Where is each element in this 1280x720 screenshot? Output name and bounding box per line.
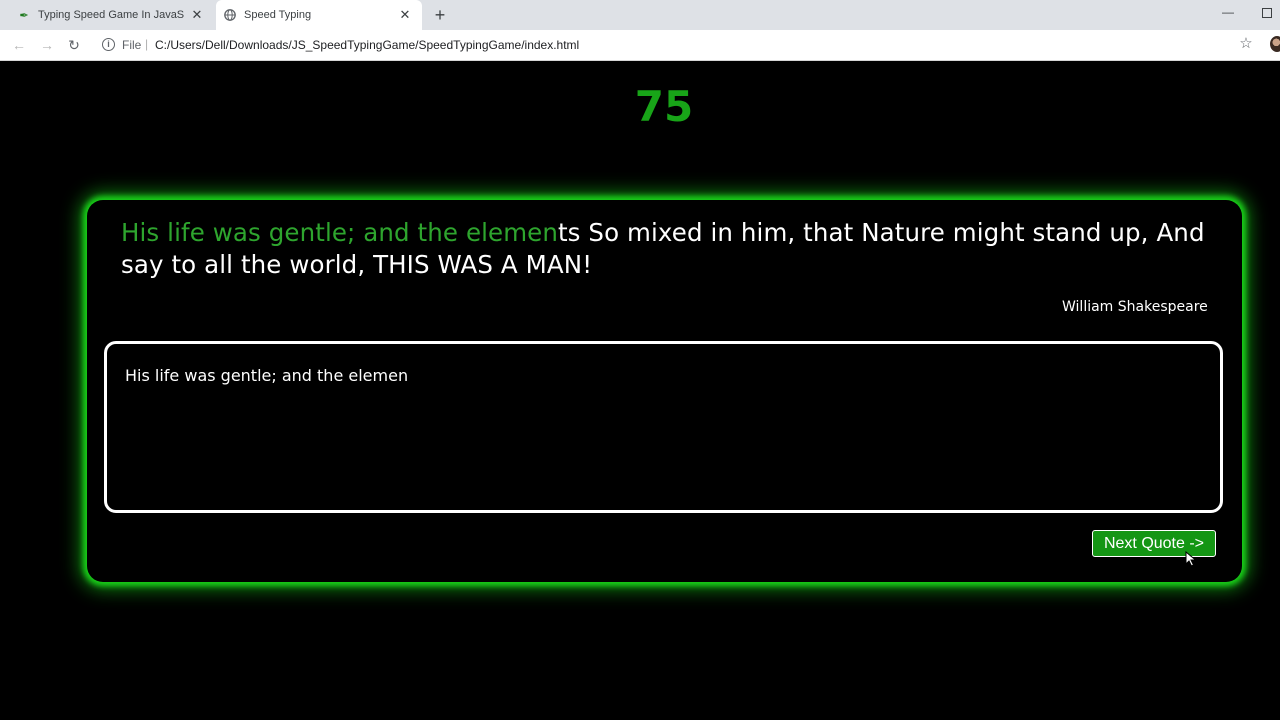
minimize-icon[interactable]: — [1221,6,1235,20]
tab-title: Speed Typing [244,9,312,21]
tab-typing-speed-game[interactable]: ✒ Typing Speed Game In JavaScript ✕ [8,0,214,30]
next-quote-button[interactable]: Next Quote -> [1092,530,1216,557]
feather-icon: ✒ [19,9,29,22]
back-arrow-icon[interactable]: ← [10,36,28,54]
globe-icon [224,9,236,21]
bookmark-star-icon[interactable]: ☆ [1238,36,1254,52]
info-icon[interactable]: i [102,38,115,51]
address-bar[interactable]: C:/Users/Dell/Downloads/JS_SpeedTypingGa… [155,38,579,52]
quote-input[interactable] [104,341,1223,513]
tab-strip: ✒ Typing Speed Game In JavaScript ✕ Spee… [0,0,1280,30]
mouse-pointer-icon [1185,551,1197,567]
timer: 75 [634,82,694,131]
close-icon[interactable]: ✕ [190,8,204,22]
url-scheme[interactable]: File [122,38,141,52]
quote-author: William Shakespeare [1062,299,1208,315]
quote-display: His life was gentle; and the elements So… [121,217,1236,281]
browser-toolbar: ← → ↻ i File | C:/Users/Dell/Downloads/J… [0,30,1280,61]
close-icon[interactable]: ✕ [398,8,412,22]
maximize-icon[interactable] [1262,8,1272,18]
new-tab-button[interactable]: + [430,5,450,25]
tab-title: Typing Speed Game In JavaScript [38,9,184,21]
reload-icon[interactable]: ↻ [65,36,83,54]
tab-speed-typing[interactable]: Speed Typing ✕ [216,0,422,30]
forward-arrow-icon[interactable]: → [38,36,56,54]
quote-typed-text: His life was gentle; and the elemen [121,218,558,247]
avatar[interactable] [1270,36,1280,52]
url-separator: | [145,37,149,51]
